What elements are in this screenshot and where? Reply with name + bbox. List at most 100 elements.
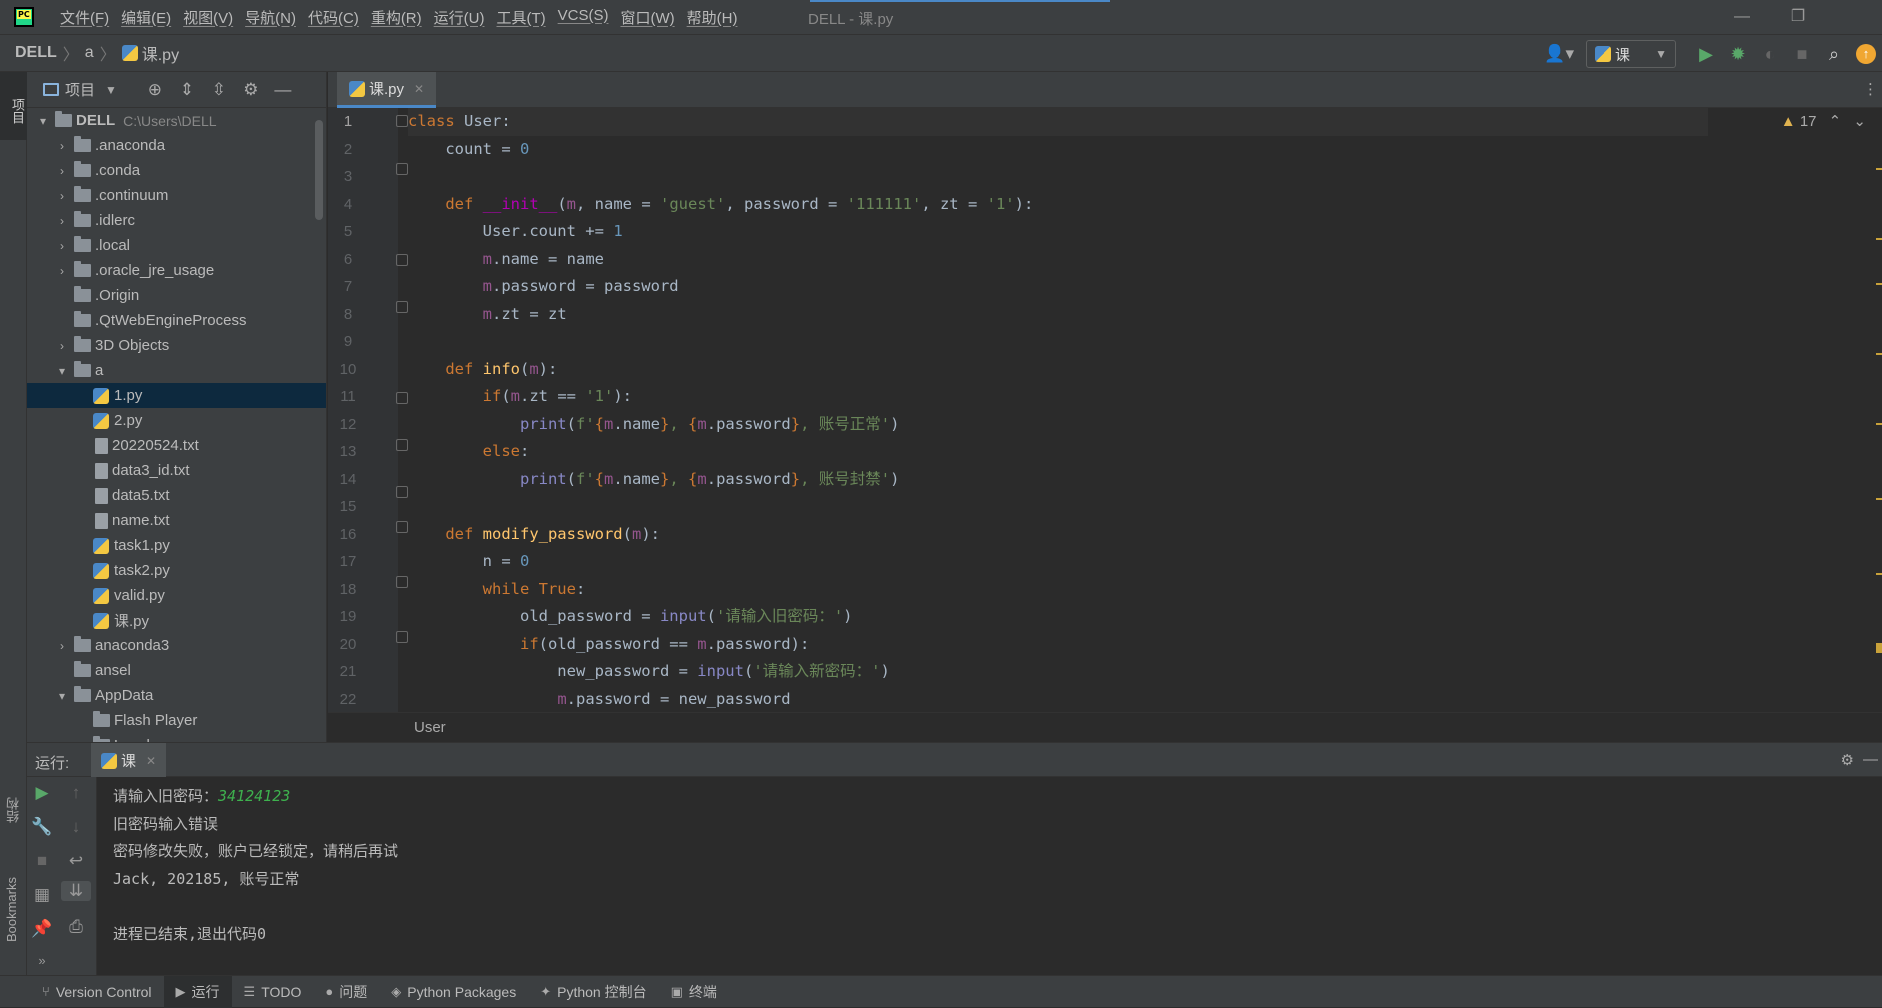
wrench-icon[interactable]: 🔧 bbox=[27, 817, 57, 837]
tree-item[interactable]: 1.py bbox=[27, 383, 326, 408]
soft-wrap-icon[interactable]: ↩ bbox=[61, 851, 91, 871]
gear-icon[interactable]: ⚙ bbox=[235, 80, 267, 100]
code-area[interactable]: class User: count = 0 def __init__(m, na… bbox=[408, 108, 1708, 713]
menu-item[interactable]: 编辑(E) bbox=[121, 7, 171, 28]
breadcrumb-item-folder[interactable]: a bbox=[85, 44, 94, 62]
bottom-tab[interactable]: ▶ 运行 bbox=[163, 975, 232, 1008]
chevron-right-icon[interactable]: › bbox=[54, 139, 70, 153]
bottom-tab[interactable]: ☰ TODO bbox=[232, 976, 314, 1008]
rerun-icon[interactable]: ▶ bbox=[27, 783, 57, 803]
fold-icon[interactable] bbox=[396, 576, 408, 588]
menu-item[interactable]: 视图(V) bbox=[183, 7, 233, 28]
tree-item[interactable]: Flash Player bbox=[27, 708, 326, 733]
bottom-tab[interactable]: ✦ Python 控制台 bbox=[528, 976, 658, 1008]
tree-item[interactable]: task2.py bbox=[27, 558, 326, 583]
chevron-right-icon[interactable]: › bbox=[54, 164, 70, 178]
strip-project-tab[interactable]: 项目 bbox=[0, 72, 27, 140]
close-window-icon[interactable] bbox=[1826, 0, 1882, 34]
menu-item[interactable]: 文件(F) bbox=[60, 7, 109, 28]
tree-item[interactable]: task1.py bbox=[27, 533, 326, 558]
menu-item[interactable]: 帮助(H) bbox=[687, 7, 738, 28]
more-icon[interactable]: » bbox=[27, 953, 57, 968]
arrow-down-icon[interactable]: ↓ bbox=[61, 817, 91, 837]
gear-icon[interactable]: ⚙ bbox=[1841, 751, 1854, 769]
chevron-down-icon[interactable]: ⌄ bbox=[1853, 113, 1866, 130]
menu-item[interactable]: 代码(C) bbox=[308, 7, 359, 28]
tree-item[interactable]: › 3D Objects bbox=[27, 333, 326, 358]
chevron-right-icon[interactable]: › bbox=[54, 339, 70, 353]
tree-item[interactable]: name.txt bbox=[27, 508, 326, 533]
tree-item[interactable]: ▾Local bbox=[27, 733, 326, 742]
tree-item[interactable]: › .continuum bbox=[27, 183, 326, 208]
code-editor[interactable]: 1 2 3 4 5 6 7 8 9 10 11 12 13 14 15 16 17 18 19 20 21 22 clas… bbox=[328, 108, 1882, 712]
tree-item[interactable]: 2.py bbox=[27, 408, 326, 433]
warning-marker[interactable] bbox=[1876, 498, 1882, 500]
tree-item[interactable]: › .local bbox=[27, 233, 326, 258]
warning-marker[interactable] bbox=[1876, 353, 1882, 355]
close-icon[interactable]: ✕ bbox=[146, 754, 156, 768]
expand-all-icon[interactable]: ⇕ bbox=[171, 80, 203, 100]
tree-item[interactable]: ▾ a bbox=[27, 358, 326, 383]
chevron-down-icon[interactable]: ▾ bbox=[54, 689, 70, 703]
tree-item[interactable]: › .conda bbox=[27, 158, 326, 183]
menu-item[interactable]: 工具(T) bbox=[496, 7, 545, 28]
chevron-right-icon[interactable]: › bbox=[54, 239, 70, 253]
run-config-select[interactable]: 课 ▼ bbox=[1586, 40, 1676, 68]
chevron-down-icon[interactable]: ▾ bbox=[35, 114, 51, 128]
tree-item[interactable]: 课.py bbox=[27, 608, 326, 633]
tree-item[interactable]: 20220524.txt bbox=[27, 433, 326, 458]
pin-icon[interactable]: 📌 bbox=[27, 919, 57, 939]
menu-item[interactable]: 重构(R) bbox=[371, 7, 422, 28]
warning-marker[interactable] bbox=[1876, 573, 1882, 575]
close-icon[interactable]: ✕ bbox=[414, 82, 424, 96]
scrollbar[interactable] bbox=[315, 120, 323, 220]
locate-icon[interactable]: ⊕ bbox=[139, 80, 171, 100]
tree-item[interactable]: data3_id.txt bbox=[27, 458, 326, 483]
chevron-down-icon[interactable]: ▼ bbox=[105, 83, 117, 97]
fold-icon[interactable] bbox=[396, 521, 408, 533]
fold-icon[interactable] bbox=[396, 631, 408, 643]
run-tab[interactable]: 课 ✕ bbox=[91, 743, 167, 778]
update-icon[interactable]: ↑ bbox=[1856, 44, 1876, 64]
tree-item[interactable]: › .anaconda bbox=[27, 133, 326, 158]
run-icon[interactable]: ▶ bbox=[1690, 44, 1722, 65]
more-icon[interactable]: ⋮ bbox=[1863, 80, 1878, 98]
editor-breadcrumb[interactable]: User bbox=[414, 719, 446, 736]
breadcrumb-item-file[interactable]: 课.py bbox=[142, 41, 179, 65]
console-output[interactable]: 请输入旧密码：34124123 旧密码输入错误 密码修改失败，账户已经锁定，请稍后再… bbox=[97, 777, 1882, 975]
warning-marker[interactable] bbox=[1876, 238, 1882, 240]
chevron-up-icon[interactable]: ⌃ bbox=[1829, 113, 1842, 130]
fold-icon[interactable] bbox=[396, 301, 408, 313]
bottom-tab[interactable]: ▣ 终端 bbox=[659, 976, 729, 1008]
tree-item[interactable]: ansel bbox=[27, 658, 326, 683]
tree-item[interactable]: ▾ AppData bbox=[27, 683, 326, 708]
tree-item[interactable]: valid.py bbox=[27, 583, 326, 608]
editor-tab[interactable]: 课.py ✕ bbox=[337, 72, 437, 108]
coverage-icon[interactable]: ◐ bbox=[1754, 44, 1786, 65]
strip-bookmarks-tab[interactable]: Bookmarks bbox=[4, 877, 19, 942]
scroll-to-end-icon[interactable]: ⇊ bbox=[61, 881, 91, 901]
stop-icon[interactable]: ■ bbox=[1786, 44, 1818, 65]
chevron-right-icon[interactable]: › bbox=[54, 639, 70, 653]
fold-icon[interactable] bbox=[396, 254, 408, 266]
tree-item[interactable]: .Origin bbox=[27, 283, 326, 308]
chevron-right-icon[interactable]: › bbox=[54, 189, 70, 203]
bottom-tab[interactable]: ◈ Python Packages bbox=[379, 976, 528, 1008]
fold-icon[interactable] bbox=[396, 392, 408, 404]
search-icon[interactable]: ⌕ bbox=[1818, 44, 1850, 65]
stop-icon[interactable]: ■ bbox=[27, 851, 57, 871]
tree-item[interactable]: › .idlerc bbox=[27, 208, 326, 233]
collapse-all-icon[interactable]: ⇳ bbox=[203, 80, 235, 100]
tree-item[interactable]: data5.txt bbox=[27, 483, 326, 508]
arrow-up-icon[interactable]: ↑ bbox=[61, 783, 91, 803]
menu-item[interactable]: 导航(N) bbox=[245, 7, 296, 28]
bottom-tab[interactable]: ⑂ Version Control bbox=[30, 976, 164, 1008]
warning-marker[interactable] bbox=[1876, 643, 1882, 653]
inspection-widget[interactable]: ▲ 17 ⌃ ⌄ bbox=[1781, 112, 1866, 130]
fold-icon[interactable] bbox=[396, 163, 408, 175]
print-icon[interactable]: ⎙ bbox=[61, 917, 91, 937]
breadcrumb-item-root[interactable]: DELL bbox=[15, 44, 57, 62]
minimize-icon[interactable]: — bbox=[1714, 0, 1770, 34]
menu-item[interactable]: 运行(U) bbox=[434, 7, 485, 28]
menu-item[interactable]: 窗口(W) bbox=[620, 7, 674, 28]
